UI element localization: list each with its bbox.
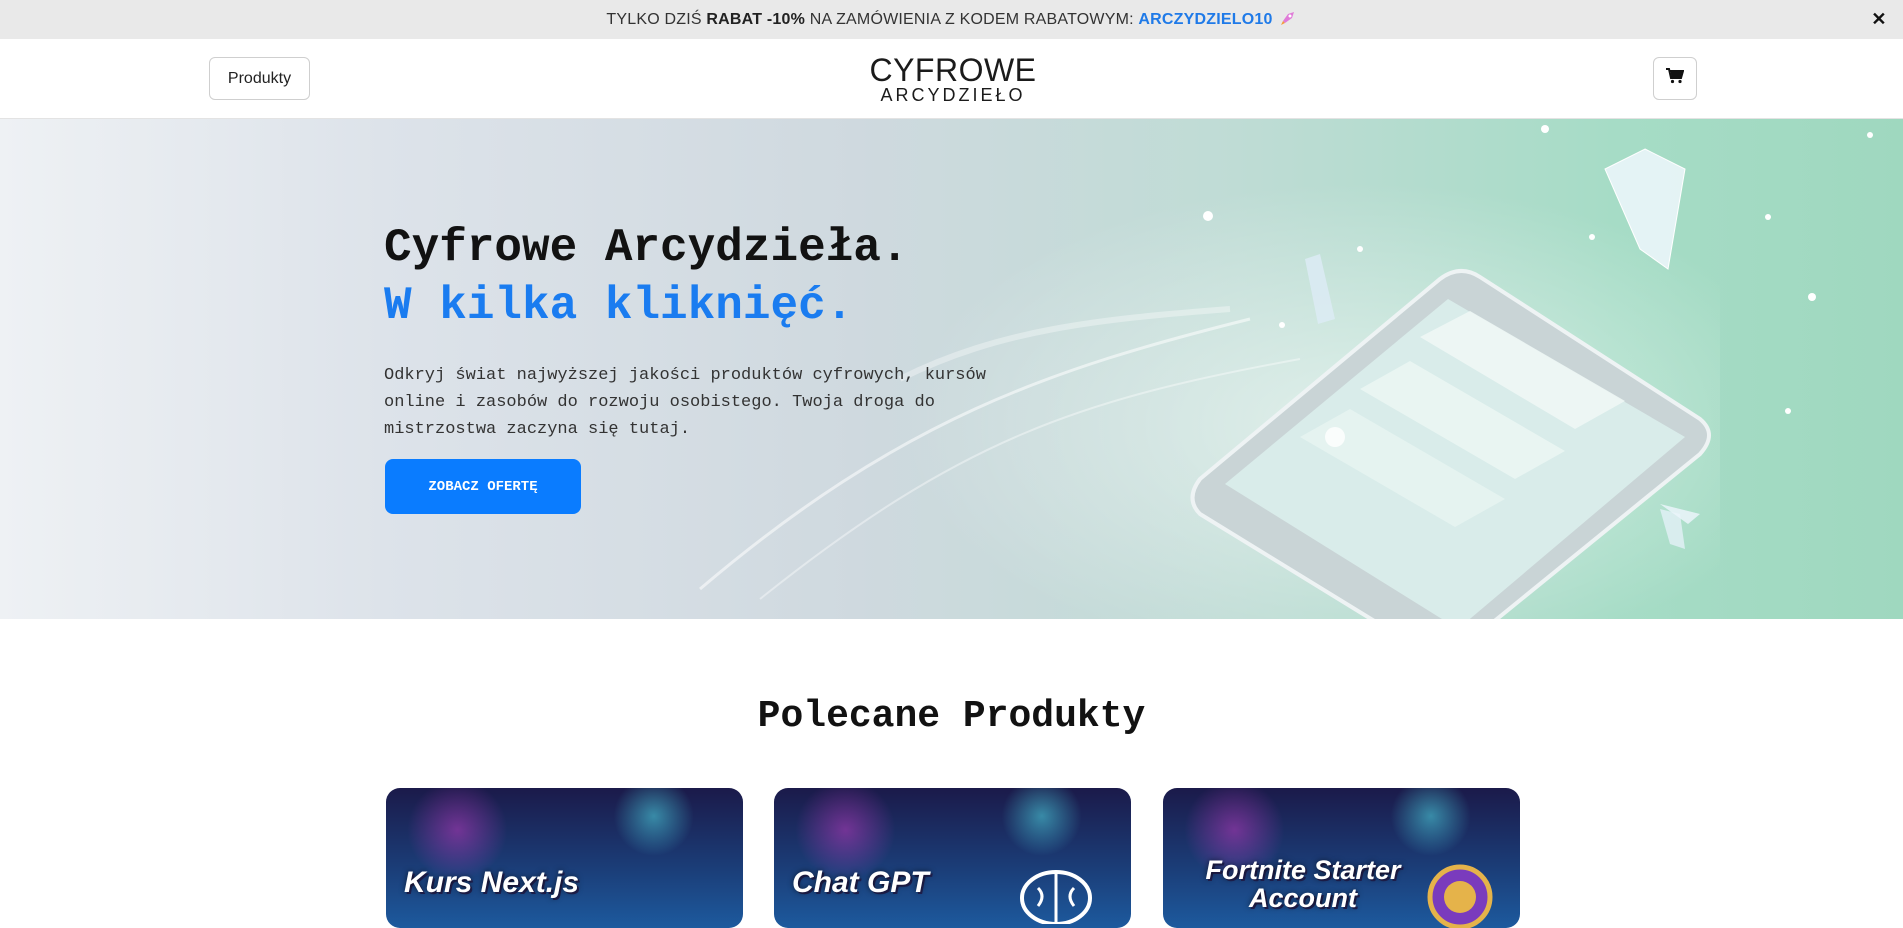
- promo-text: TYLKO DZIŚ RABAT -10% NA ZAMÓWIENIA Z KO…: [606, 11, 1272, 29]
- rocket-icon: [1279, 9, 1297, 30]
- products-menu-button[interactable]: Produkty: [209, 57, 310, 100]
- badge-icon: [1425, 862, 1495, 928]
- site-logo[interactable]: CYFROWE ARCYDZIEŁO: [868, 52, 1038, 105]
- product-card[interactable]: Kurs Next.js: [386, 788, 743, 928]
- product-card[interactable]: Chat GPT: [774, 788, 1131, 928]
- promo-discount: RABAT -10%: [706, 10, 806, 28]
- logo-bottom-text: ARCYDZIEŁO: [880, 85, 1026, 105]
- product-card[interactable]: Fortnite Starter Account: [1163, 788, 1520, 928]
- hero-banner: Cyfrowe Arcydzieła. W kilka kliknięć. Od…: [0, 119, 1903, 619]
- logo-top-text: CYFROWE: [869, 52, 1037, 88]
- see-offer-button[interactable]: ZOBACZ OFERTĘ: [385, 459, 581, 514]
- promo-code: ARCZYDZIELO10: [1138, 10, 1273, 28]
- promo-bar: TYLKO DZIŚ RABAT -10% NA ZAMÓWIENIA Z KO…: [0, 0, 1903, 39]
- hero-description: Odkryj świat najwyższej jakości produktó…: [384, 366, 986, 439]
- hero-title-line2: W kilka kliknięć.: [384, 280, 854, 332]
- featured-section-title: Polecane Produkty: [757, 695, 1146, 738]
- promo-middle: NA ZAMÓWIENIA Z KODEM RABATOWYM:: [809, 10, 1134, 28]
- product-card-title: Fortnite Starter Account: [1205, 855, 1401, 913]
- site-header: Produkty CYFROWE ARCYDZIEŁO: [0, 39, 1903, 119]
- product-card-title: Chat GPT: [792, 866, 929, 899]
- close-icon[interactable]: ✕: [1869, 9, 1889, 29]
- hero-title-line1: Cyfrowe Arcydzieła.: [384, 222, 909, 274]
- promo-prefix: TYLKO DZIŚ: [606, 10, 702, 28]
- tablet-illustration: [1190, 269, 1711, 619]
- brain-icon: [1016, 864, 1096, 928]
- cart-icon: [1666, 68, 1685, 89]
- product-card-title: Kurs Next.js: [404, 866, 580, 899]
- cart-button[interactable]: [1653, 57, 1697, 100]
- hero-title: Cyfrowe Arcydzieła. W kilka kliknięć.: [384, 219, 909, 335]
